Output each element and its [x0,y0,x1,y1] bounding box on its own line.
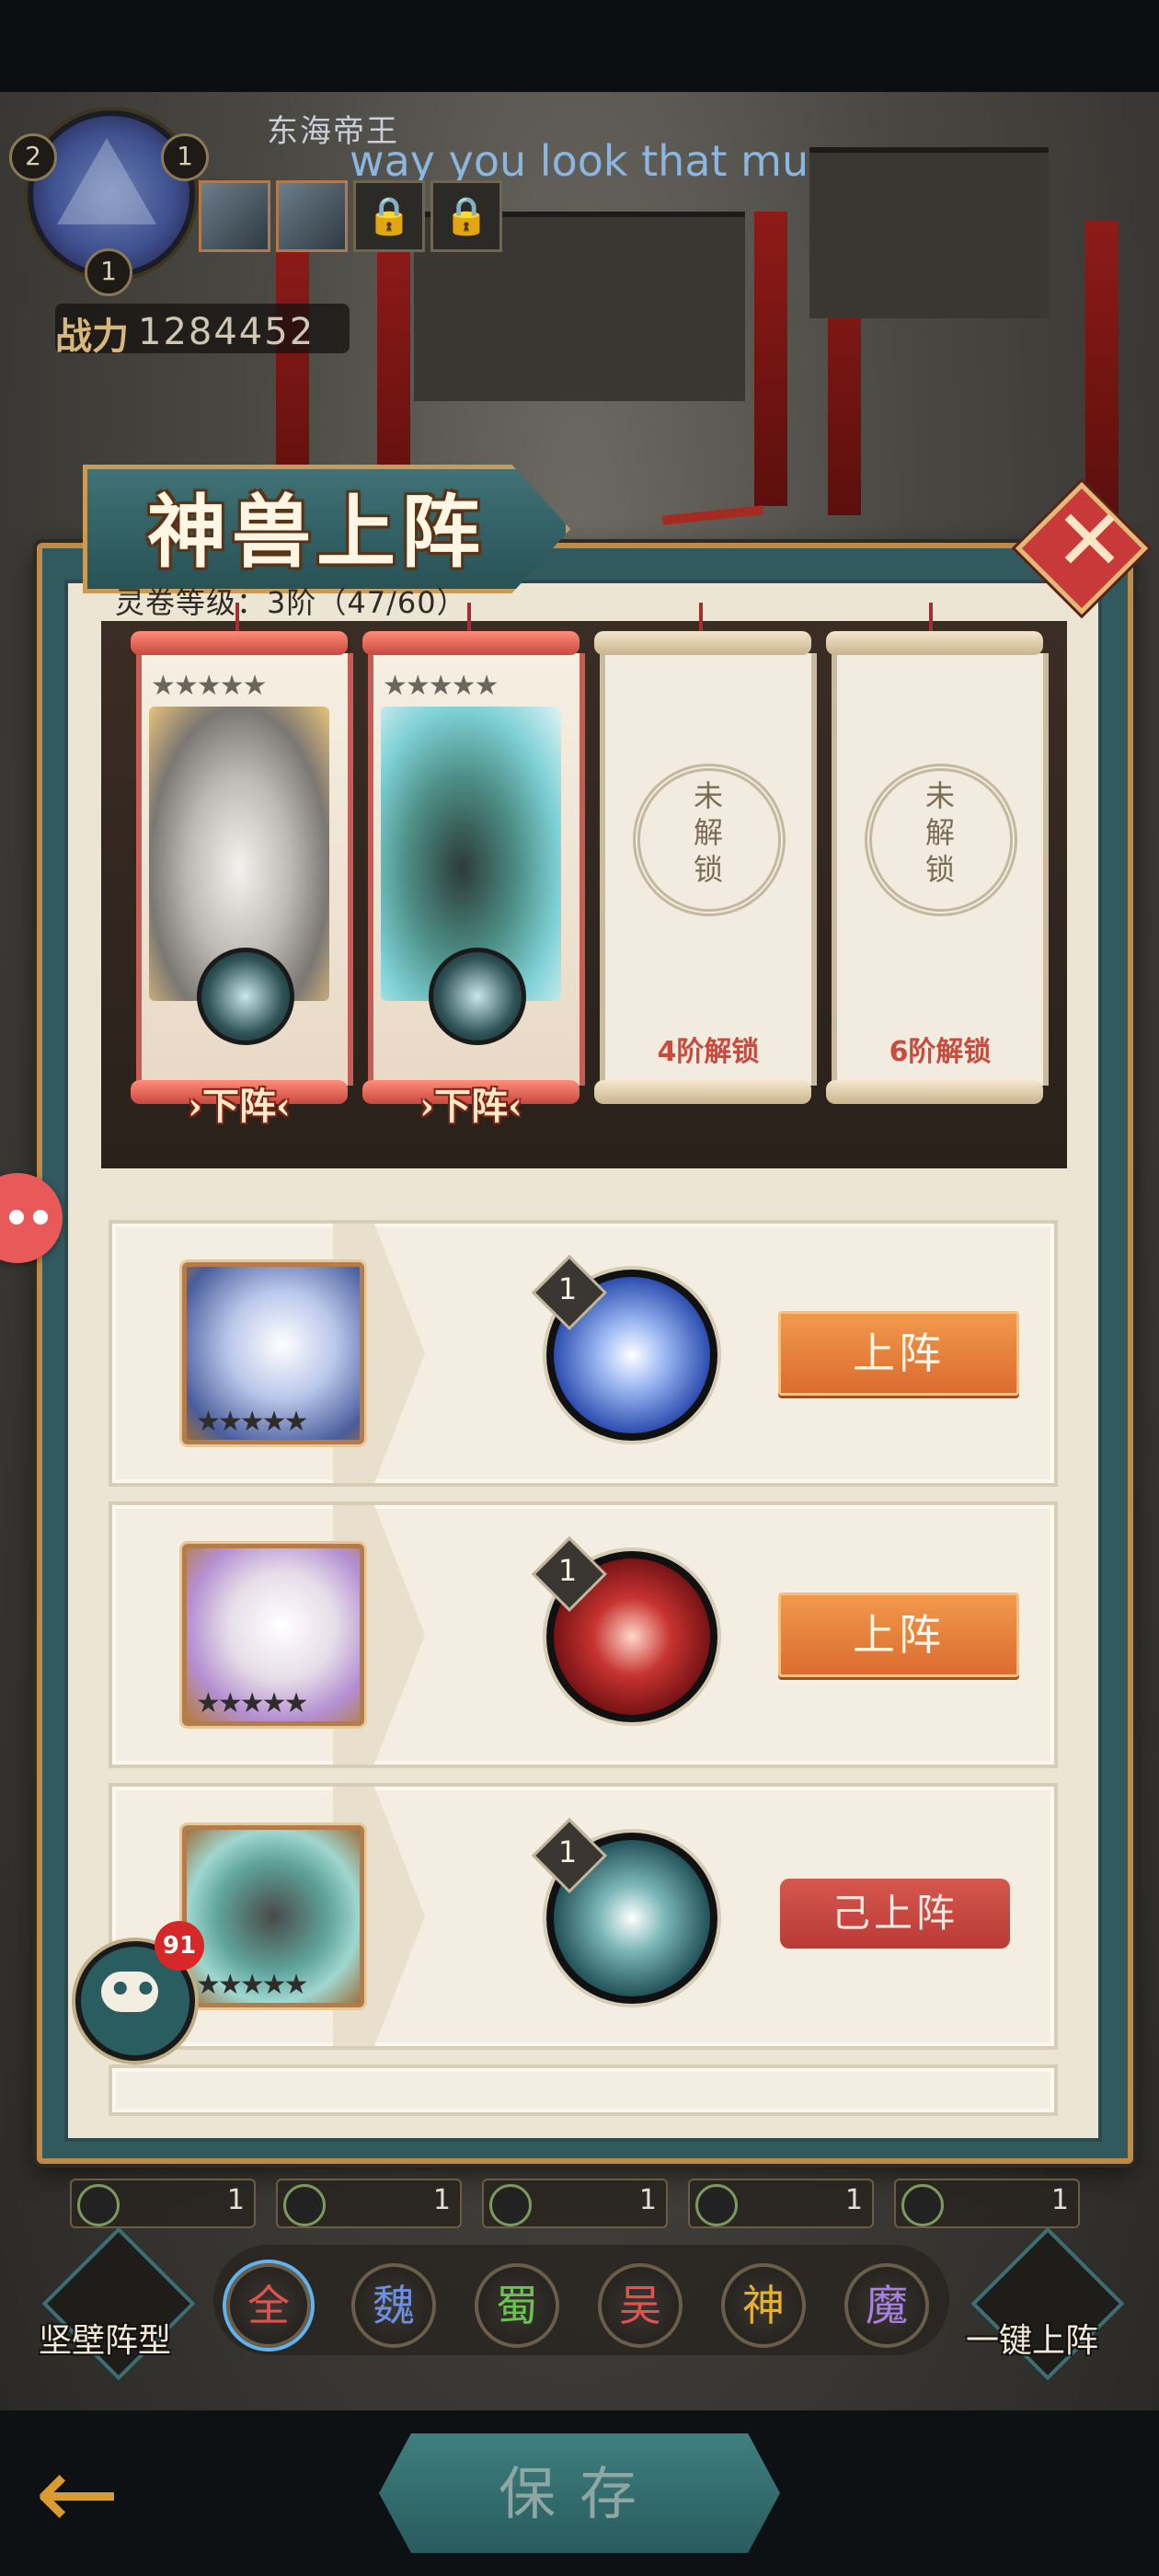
faction-summary: 1 [482,2179,668,2228]
beast-list-item-partial [109,2064,1058,2116]
lineup-slot-tiger[interactable] [199,180,270,252]
withdraw-button[interactable]: ›下阵‹ [133,1076,345,1128]
locked-text: 未解锁 [924,778,955,887]
summary-count: 1 [638,2184,657,2216]
skill-level: 1 [557,1271,578,1306]
lineup-slot-locked[interactable]: 🔒 [430,180,502,252]
deployed-tag: 己上阵 [780,1879,1010,1949]
scroll-slot-4-locked[interactable]: 未解锁 6阶解锁 [826,631,1049,1104]
emblem-badge: 1 [85,248,132,296]
pagoda-roof [809,147,1049,318]
faction-tag-icon [77,2184,120,2226]
formation-label[interactable]: 坚壁阵型 [39,2314,171,2362]
filter-shu[interactable]: 蜀 [475,2263,559,2348]
close-icon[interactable]: ✕ [1054,495,1125,587]
red-banner [1085,221,1119,515]
star-rating: ★★★★★ [151,670,267,702]
beast-list-item: ★★★★★ 1 上阵 [109,1501,1058,1768]
faction-summary: 1 [894,2179,1080,2228]
scroll-slot-3-locked[interactable]: 未解锁 4阶解锁 [594,631,817,1104]
scroll-roller [826,631,1043,655]
chat-dots: ••• [109,1969,185,2011]
lock-icon: 🔒 [366,195,412,237]
faction-filter-bar [213,2245,949,2355]
faction-tag-icon [901,2184,944,2226]
star-rating: ★★★★★ [383,670,499,702]
scroll-level-text: 灵卷等级：3阶（47/60） [115,585,467,620]
scroll-roller [594,631,811,655]
beast-list-item: ★★★★★ 1 上阵 [109,1220,1058,1487]
summary-count: 1 [844,2184,863,2216]
summary-count: 1 [226,2184,245,2216]
star-rating: ★★★★★ [196,1406,308,1438]
emblem-badge: 2 [9,133,57,181]
scroll-roller [826,1080,1043,1104]
withdraw-button[interactable]: ›下阵‹ [365,1076,577,1128]
beast-portrait[interactable]: ★★★★★ [182,1262,364,1444]
summary-count: 1 [1050,2184,1069,2216]
beast-skill-medal [429,948,526,1045]
assistant-eye [9,1210,24,1225]
lineup-slot-kirin[interactable] [276,180,348,252]
locked-text: 未解锁 [693,778,723,887]
scroll-roller [594,1080,811,1104]
scroll-roller [131,631,348,655]
emblem-badge: 1 [161,133,209,181]
faction-tag-icon [283,2184,326,2226]
beast-skill-medal [197,948,294,1045]
lock-icon: 🔒 [443,195,489,237]
power-value: 1284452 [138,311,316,353]
unlock-condition: 6阶解锁 [889,1036,992,1068]
red-banner [754,212,787,506]
faction-summary: 1 [70,2179,256,2228]
filter-all[interactable]: 全 [226,2263,311,2348]
unread-badge: 91 [155,1921,204,1971]
beast-portrait[interactable]: ★★★★★ [182,1544,364,1726]
filter-wei[interactable]: 魏 [351,2263,436,2348]
faction-summary: 1 [276,2179,462,2228]
scroll-roller [362,631,580,655]
dialog-title: 神兽上阵 [147,486,486,579]
beast-list-item: ★★★★★ 1 己上阵 [109,1783,1058,2050]
marquee-text: way you look that mu [350,136,809,186]
filter-god[interactable]: 神 [721,2263,806,2348]
back-arrow-icon[interactable]: ← [35,2443,120,2544]
star-rating: ★★★★★ [196,1969,308,2001]
auto-deploy-label[interactable]: 一键上阵 [966,2314,1098,2362]
skill-level: 1 [557,1834,578,1869]
beast-portrait[interactable]: ★★★★★ [182,1825,364,2007]
emblem-triangle-icon [57,138,156,224]
deploy-button[interactable]: 上阵 [778,1593,1019,1677]
faction-tag-icon [489,2184,532,2226]
skill-level: 1 [557,1553,578,1588]
unlock-condition: 4阶解锁 [657,1036,760,1068]
star-rating: ★★★★★ [196,1687,308,1719]
summary-count: 1 [432,2184,451,2216]
assistant-eye [33,1210,48,1225]
save-label[interactable]: 保存 [379,2447,780,2530]
scroll-slot-1[interactable]: ★★★★★ [131,631,353,1104]
faction-summary: 1 [688,2179,874,2228]
filter-wu[interactable]: 吴 [598,2263,683,2348]
scroll-slot-2[interactable]: ★★★★★ [362,631,585,1104]
deploy-button[interactable]: 上阵 [778,1311,1019,1396]
faction-tag-icon [695,2184,738,2226]
lineup-slot-locked[interactable]: 🔒 [353,180,425,252]
power-label: 战力 [55,316,129,358]
filter-demon[interactable]: 魔 [844,2263,929,2348]
